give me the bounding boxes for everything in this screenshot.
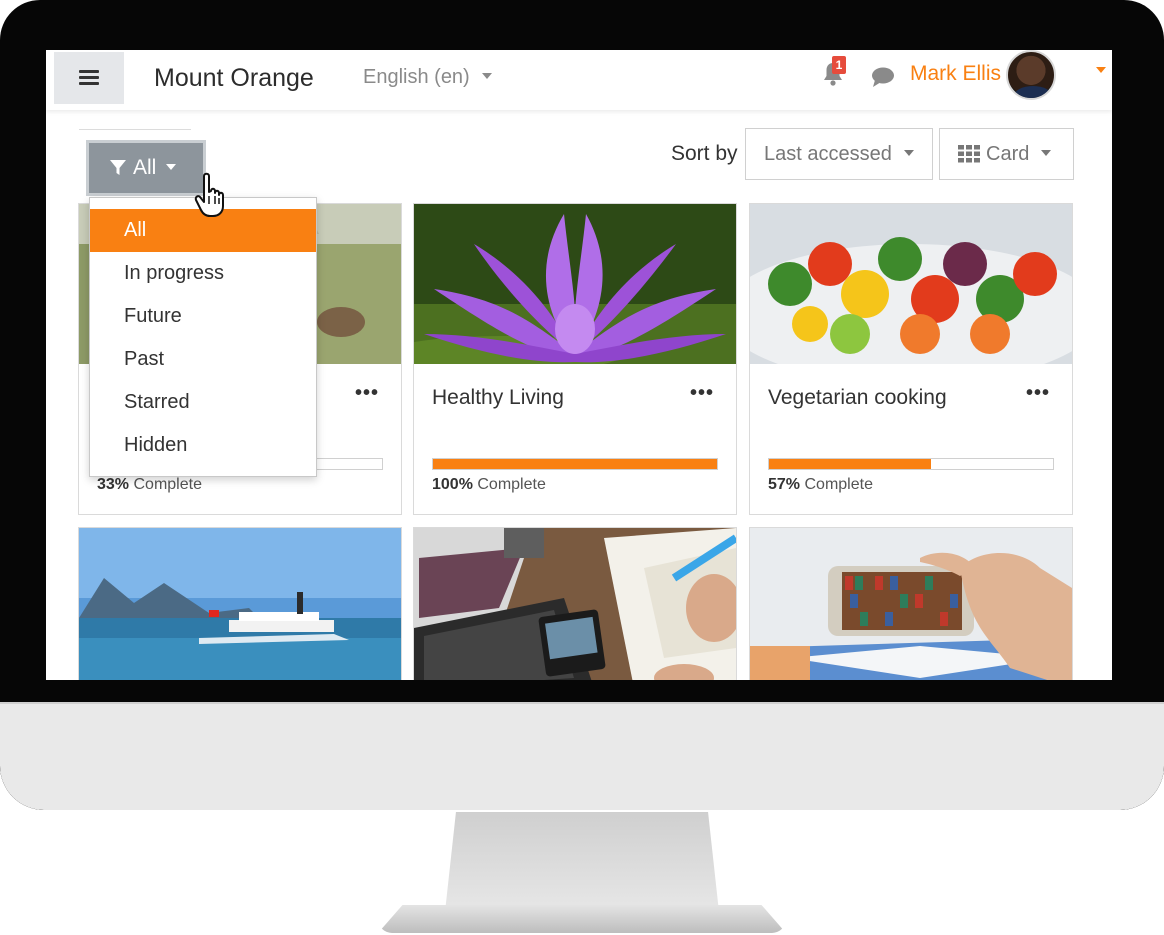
grid-icon [958,145,980,163]
filter-option-past[interactable]: Past [90,338,316,381]
progress-fill [433,459,717,469]
course-card[interactable] [413,527,737,680]
course-card-healthy-living[interactable]: Healthy Living ••• 100% Complete [413,203,737,515]
avatar[interactable] [1006,50,1056,100]
filter-option-hidden[interactable]: Hidden [90,424,316,467]
progress-suffix: Complete [477,476,546,493]
filter-dropdown-menu: All In progress Future Past Starred Hidd… [89,197,317,477]
course-image-lake-steamboat[interactable] [79,528,401,680]
site-name[interactable]: Mount Orange [154,64,314,93]
filter-option-starred[interactable]: Starred [90,381,316,424]
screen: Mount Orange English (en) 1 Mark Ellis A… [46,50,1112,680]
progress-suffix: Complete [133,476,202,493]
language-label: English (en) [363,66,470,88]
menu-button[interactable] [54,52,124,104]
filter-option-in-progress[interactable]: In progress [90,252,316,295]
view-select[interactable]: Card [939,128,1074,180]
course-image-phone-bookshelf[interactable] [750,528,1072,680]
chevron-down-icon [166,163,177,170]
monitor-chin [0,702,1164,810]
view-value: Card [986,142,1030,165]
filter-button[interactable]: All [86,140,206,196]
more-options-icon[interactable]: ••• [690,382,714,405]
monitor-stand-base [378,905,786,933]
monitor-stand-neck [445,812,719,912]
progress-percent: 57% [768,476,801,493]
progress-percent: 100% [432,476,473,493]
progress-percent: 33% [97,476,130,493]
chevron-down-icon [903,149,914,156]
filter-option-future[interactable]: Future [90,295,316,338]
tab-divider [79,129,191,130]
chat-icon[interactable] [870,66,896,88]
chevron-down-icon [481,73,492,80]
filter-label: All [133,156,157,179]
progress-bar [432,458,718,470]
progress-text: 57% Complete [768,476,873,494]
progress-text: 100% Complete [432,476,546,494]
sort-select[interactable]: Last accessed [745,128,933,180]
progress-fill [769,459,931,469]
course-image-lotus-flower[interactable] [414,204,736,364]
notification-badge: 1 [832,56,846,74]
course-card-vegetarian-cooking[interactable]: Vegetarian cooking ••• 57% Complete [749,203,1073,515]
course-image-laptop-desk[interactable] [414,528,736,680]
user-name[interactable]: Mark Ellis [910,62,1001,86]
progress-suffix: Complete [804,476,873,493]
course-title[interactable]: Healthy Living [432,386,564,410]
course-image-vegetable-skewers[interactable] [750,204,1072,364]
language-selector[interactable]: English (en) [363,66,492,89]
hand-cursor-icon [194,172,224,217]
course-card[interactable] [78,527,402,680]
progress-text: 33% Complete [97,476,202,494]
progress-bar [768,458,1054,470]
user-menu-chevron-icon[interactable] [1096,67,1106,73]
course-card[interactable] [749,527,1073,680]
more-options-icon[interactable]: ••• [355,382,379,405]
more-options-icon[interactable]: ••• [1026,382,1050,405]
chevron-down-icon [1041,149,1052,156]
sort-value: Last accessed [764,142,892,165]
sort-label: Sort by [671,142,738,165]
hamburger-icon [79,70,99,86]
navbar: Mount Orange English (en) 1 Mark Ellis [46,50,1112,110]
filter-icon [110,160,126,175]
course-title[interactable]: Vegetarian cooking [768,386,947,410]
monitor-frame: Mount Orange English (en) 1 Mark Ellis A… [0,0,1164,810]
